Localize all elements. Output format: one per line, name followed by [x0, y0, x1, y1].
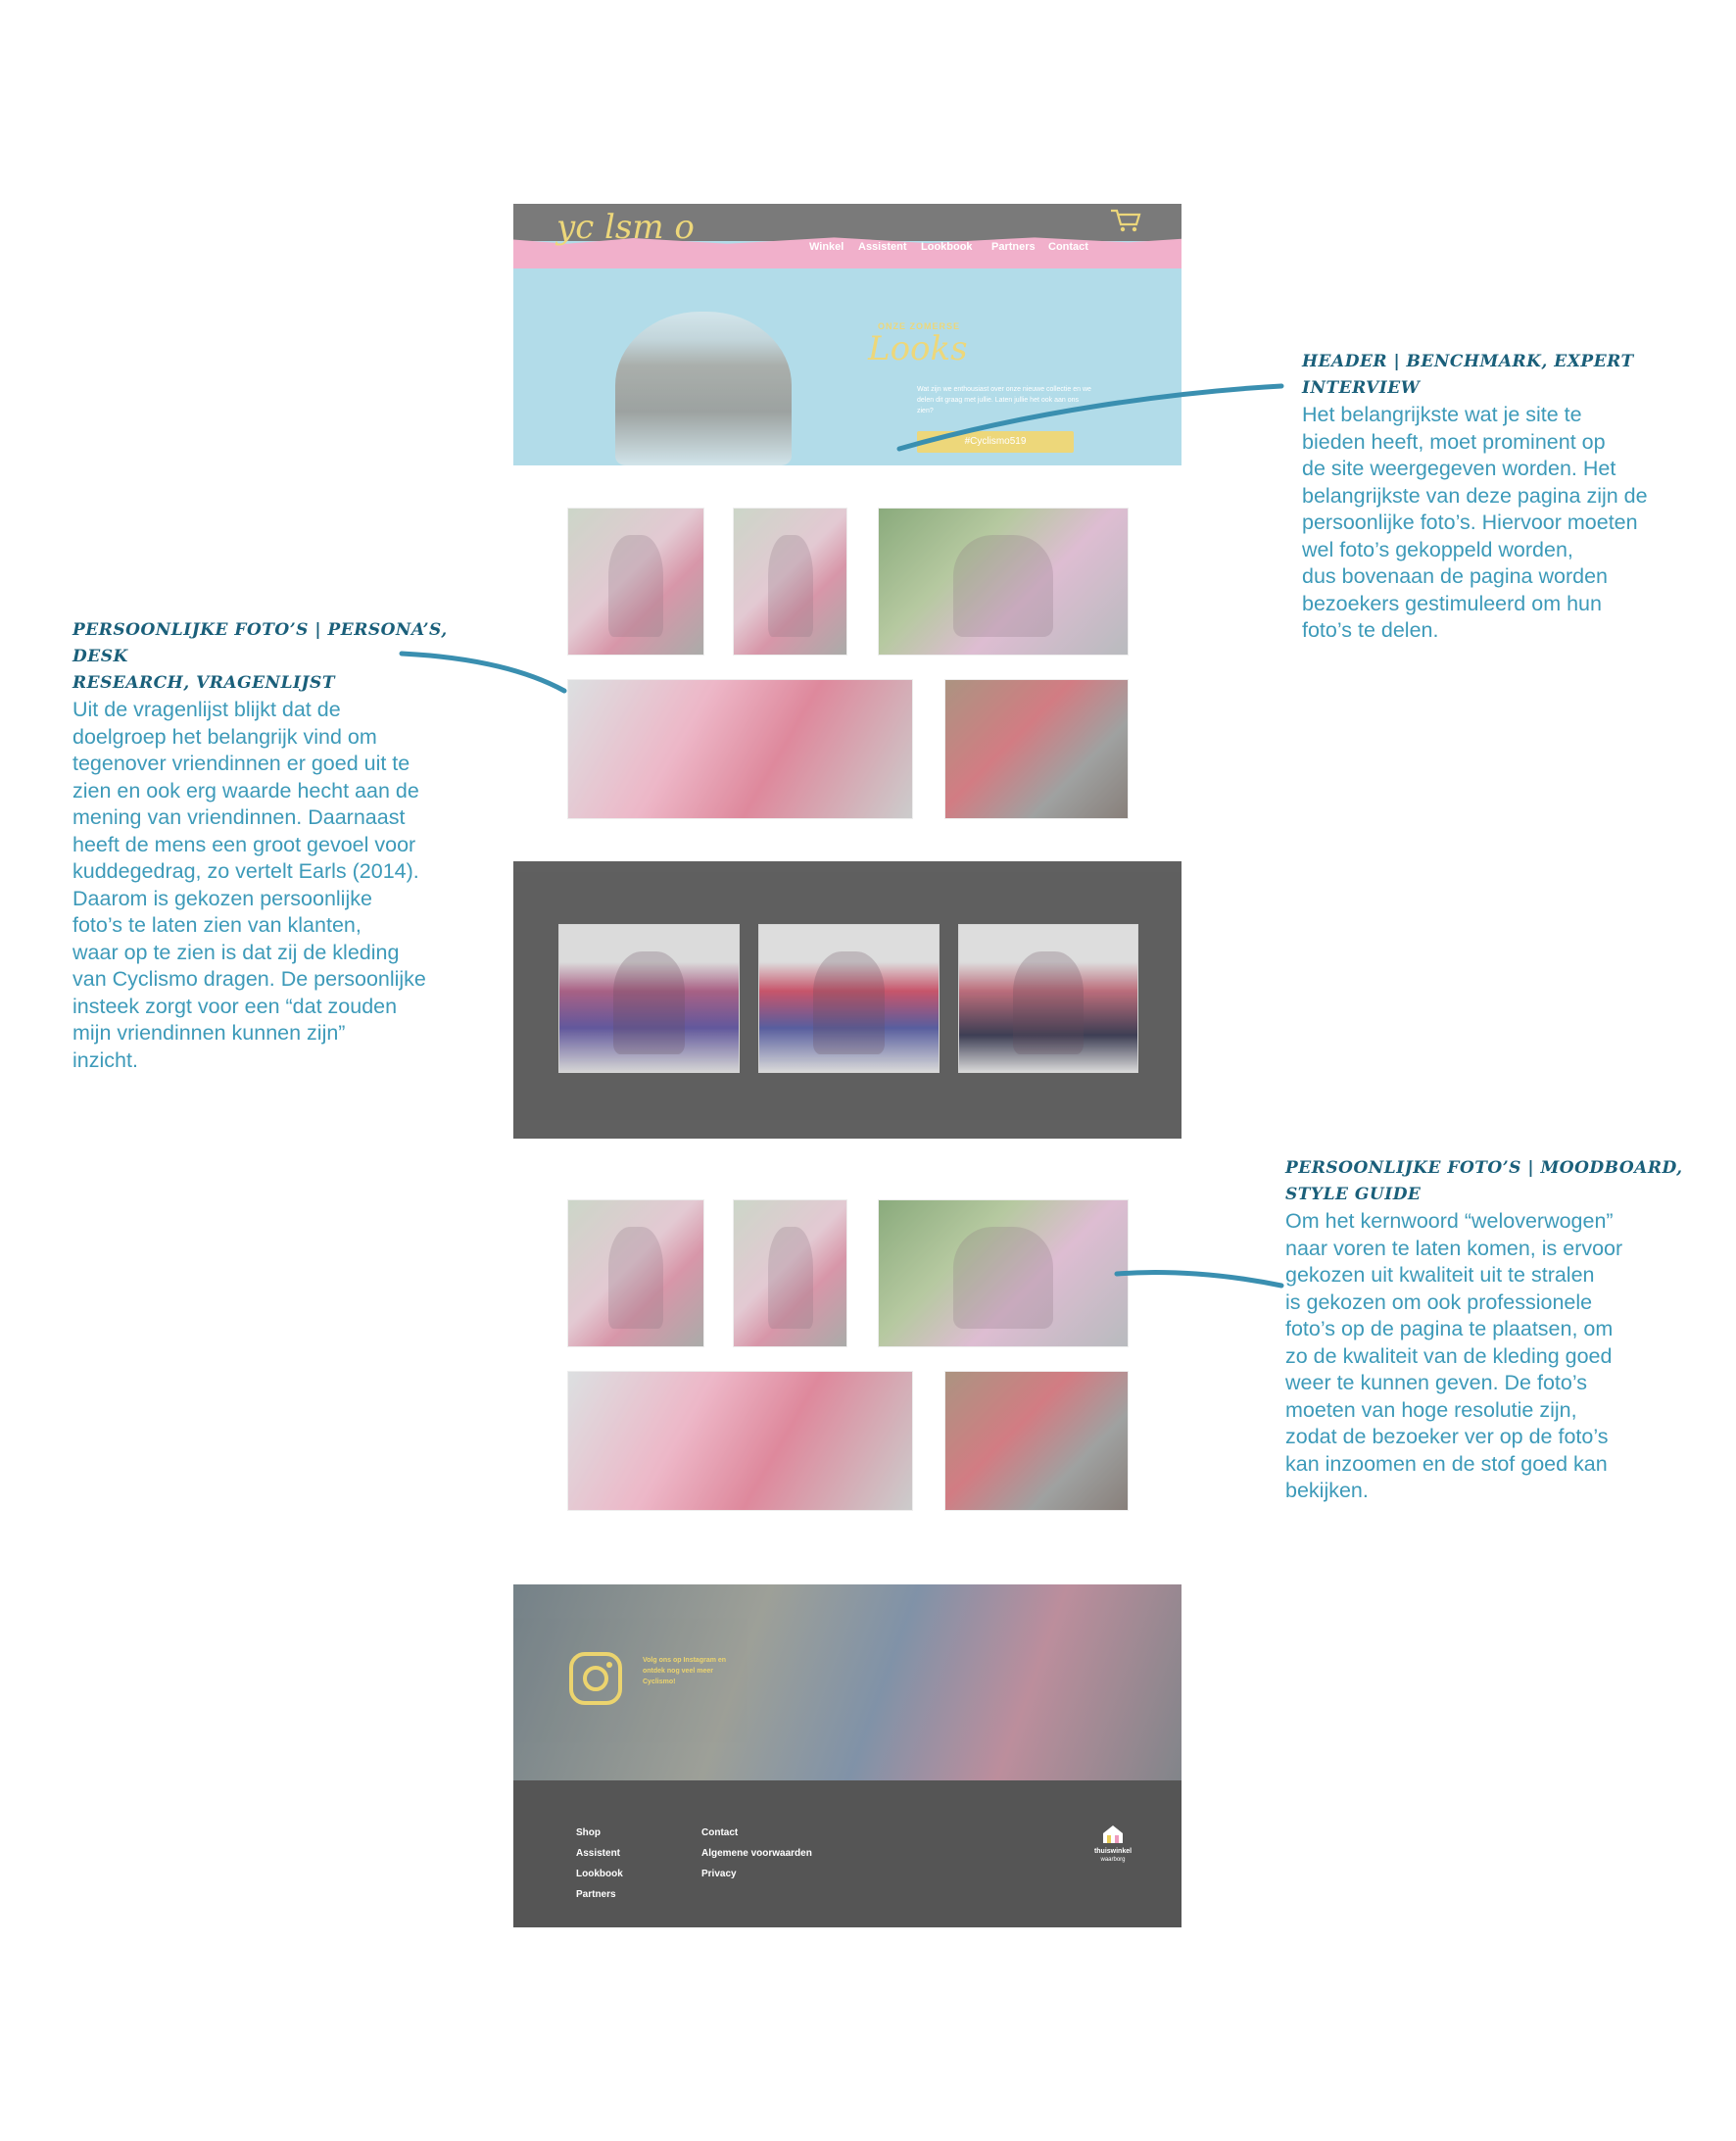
customer-photo[interactable] — [878, 508, 1129, 656]
nav-partners[interactable]: Partners — [991, 241, 1036, 253]
lookbook-photo[interactable] — [758, 924, 940, 1073]
annotation-body: Uit de vragenlijst blijkt dat de doelgro… — [72, 698, 426, 1072]
hero-title: Looks — [868, 329, 968, 368]
footer-link-assistent[interactable]: Assistent — [576, 1848, 620, 1859]
footer-link-privacy[interactable]: Privacy — [701, 1869, 737, 1879]
nav-lookbook[interactable]: Lookbook — [921, 241, 973, 253]
connector-moodboard — [1114, 1270, 1284, 1289]
thuiswinkel-badge: thuiswinkel waarborg — [1078, 1847, 1148, 1864]
lookbook-section — [513, 861, 1181, 1139]
badge-line2: waarborg — [1100, 1857, 1126, 1863]
nav-assistent[interactable]: Assistent — [858, 241, 907, 253]
annotation-title: PERSOONLIJKE FOTO’S | MOODBOARD, STYLE G… — [1285, 1158, 1683, 1204]
annotation-moodboard: PERSOONLIJKE FOTO’S | MOODBOARD, STYLE G… — [1285, 1155, 1707, 1505]
customer-photo[interactable] — [878, 1199, 1129, 1347]
lookbook-photo[interactable] — [558, 924, 740, 1073]
customer-photo[interactable] — [944, 1371, 1129, 1511]
customer-photo[interactable] — [733, 1199, 847, 1347]
hero-hashtag-button[interactable]: #Cyclismo519 — [917, 431, 1074, 453]
customer-photo[interactable] — [944, 679, 1129, 819]
nav-winkel[interactable]: Winkel — [809, 241, 844, 253]
footer-link-contact[interactable]: Contact — [701, 1827, 738, 1838]
instagram-icon[interactable] — [568, 1651, 623, 1706]
annotation-persona: PERSOONLIJKE FOTO’S | PERSONA’S, DESK RE… — [72, 617, 484, 1074]
footer-instagram-banner: Volg ons op Instagram en ontdek nog veel… — [513, 1584, 1181, 1780]
hero-cyclist-image — [615, 312, 792, 465]
customer-photo[interactable] — [567, 1371, 913, 1511]
thuiswinkel-logo[interactable] — [1101, 1824, 1125, 1845]
annotation-body: Om het kernwoord “weloverwogen” naar vor… — [1285, 1209, 1623, 1502]
footer-link-partners[interactable]: Partners — [576, 1889, 616, 1900]
hero-text: Wat zijn we enthousiast over onze nieuwe… — [917, 386, 1091, 414]
annotation-title: PERSOONLIJKE FOTO’S | PERSONA’S, DESK RE… — [72, 620, 448, 693]
annotation-header: HEADER | BENCHMARK, EXPERT INTERVIEW Het… — [1302, 349, 1723, 645]
customer-photo[interactable] — [733, 508, 847, 656]
cart-icon[interactable] — [1109, 208, 1142, 233]
footer-link-shop[interactable]: Shop — [576, 1827, 601, 1838]
lookbook-photo[interactable] — [958, 924, 1138, 1073]
site-logo[interactable]: yc lsm o — [556, 208, 695, 247]
site-header-mockup: yc lsm o Winkel Assistent Lookbook Partn… — [513, 204, 1181, 465]
badge-line1: thuiswinkel — [1093, 1848, 1133, 1855]
customer-photo[interactable] — [567, 508, 704, 656]
instagram-text: Volg ons op Instagram en ontdek nog veel… — [643, 1657, 727, 1685]
footer-link-lookbook[interactable]: Lookbook — [576, 1869, 623, 1879]
footer-link-voorwaarden[interactable]: Algemene voorwaarden — [701, 1848, 812, 1859]
customer-photo[interactable] — [567, 1199, 704, 1347]
annotation-title: HEADER | BENCHMARK, EXPERT INTERVIEW — [1302, 352, 1634, 398]
annotation-body: Het belangrijkste wat je site te bieden … — [1302, 403, 1648, 642]
customer-photo[interactable] — [567, 679, 913, 819]
site-footer: Shop Assistent Lookbook Partners Contact… — [513, 1780, 1181, 1927]
nav-contact[interactable]: Contact — [1048, 241, 1088, 253]
